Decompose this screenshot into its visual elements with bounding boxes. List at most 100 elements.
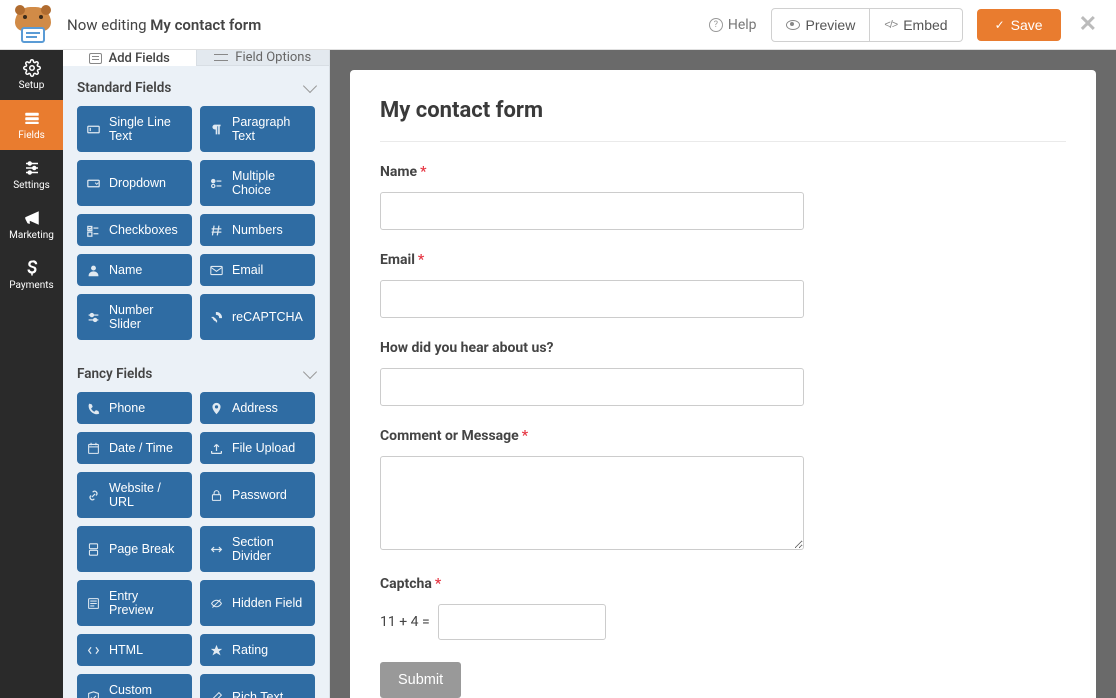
close-icon[interactable]: ✕: [1075, 12, 1101, 37]
tab-field-options[interactable]: Field Options: [197, 50, 330, 66]
field-label: Number Slider: [109, 303, 182, 331]
field-multiple-choice[interactable]: Multiple Choice: [200, 160, 315, 206]
textarea-input[interactable]: [380, 456, 804, 550]
field-recaptcha[interactable]: reCAPTCHA: [200, 294, 315, 340]
preview-button[interactable]: Preview: [771, 8, 871, 42]
nav-item-marketing[interactable]: Marketing: [0, 200, 63, 250]
nav-item-setup[interactable]: Setup: [0, 50, 63, 100]
field-password[interactable]: Password: [200, 472, 315, 518]
field-numbers[interactable]: Numbers: [200, 214, 315, 246]
field-email[interactable]: Email: [200, 254, 315, 286]
payments-icon: [23, 259, 41, 277]
captcha-input[interactable]: [438, 604, 606, 640]
star-icon: [210, 644, 223, 657]
field-number-slider[interactable]: Number Slider: [77, 294, 192, 340]
divider-icon: [210, 543, 223, 556]
field-label: Email: [232, 263, 263, 277]
field-label: Date / Time: [109, 441, 173, 455]
field-page-break[interactable]: Page Break: [77, 526, 192, 572]
field-file-upload[interactable]: File Upload: [200, 432, 315, 464]
field-label: reCAPTCHA: [232, 310, 303, 324]
pin-icon: [210, 402, 223, 415]
text-input[interactable]: [380, 280, 804, 318]
form-field[interactable]: Email*: [380, 252, 804, 318]
field-label: Phone: [109, 401, 145, 415]
field-label: Password: [232, 488, 287, 502]
marketing-icon: [23, 209, 41, 227]
save-button[interactable]: ✓ Save: [977, 9, 1061, 41]
form-canvas: My contact form Name*Email*How did you h…: [350, 70, 1096, 698]
phone-icon: [87, 402, 100, 415]
multi-icon: [210, 177, 223, 190]
top-bar: Now editing My contact form ? Help Previ…: [0, 0, 1116, 50]
required-asterisk: *: [418, 252, 424, 268]
form-field[interactable]: Comment or Message*: [380, 428, 804, 554]
field-label: How did you hear about us?: [380, 340, 804, 356]
submit-button[interactable]: Submit: [380, 662, 461, 698]
field-label: Dropdown: [109, 176, 166, 190]
field-rich-text[interactable]: Rich Text: [200, 674, 315, 698]
editing-label: Now editing My contact form: [67, 16, 261, 34]
field-phone[interactable]: Phone: [77, 392, 192, 424]
field-name[interactable]: Name: [77, 254, 192, 286]
tab-add-fields[interactable]: Add Fields: [63, 50, 197, 66]
help-link[interactable]: ? Help: [709, 17, 757, 33]
required-asterisk: *: [435, 576, 441, 592]
nav-item-fields[interactable]: Fields: [0, 100, 63, 150]
field-address[interactable]: Address: [200, 392, 315, 424]
text-input[interactable]: [380, 192, 804, 230]
field-label: Name: [109, 263, 142, 277]
form-field[interactable]: Name*: [380, 164, 804, 230]
field-date-time[interactable]: Date / Time: [77, 432, 192, 464]
field-label: Numbers: [232, 223, 283, 237]
hidden-icon: [210, 597, 223, 610]
section-header[interactable]: Fancy Fields: [63, 352, 329, 392]
field-website-url[interactable]: Website / URL: [77, 472, 192, 518]
field-label: Hidden Field: [232, 596, 302, 610]
page-icon: [87, 543, 100, 556]
form-field[interactable]: How did you hear about us?: [380, 340, 804, 406]
canvas-wrap: My contact form Name*Email*How did you h…: [330, 50, 1116, 698]
field-html[interactable]: HTML: [77, 634, 192, 666]
chevron-down-icon: [303, 365, 317, 379]
section-header[interactable]: Standard Fields: [63, 66, 329, 106]
captcha-icon: [87, 691, 100, 698]
required-asterisk: *: [522, 428, 528, 444]
cal-icon: [87, 442, 100, 455]
field-custom-captcha[interactable]: Custom Captcha: [77, 674, 192, 698]
field-dropdown[interactable]: Dropdown: [77, 160, 192, 206]
field-hidden-field[interactable]: Hidden Field: [200, 580, 315, 626]
help-icon: ?: [709, 18, 723, 32]
field-label: Page Break: [109, 542, 174, 556]
sliders-icon: [214, 52, 228, 64]
field-single-line-text[interactable]: Single Line Text: [77, 106, 192, 152]
field-rating[interactable]: Rating: [200, 634, 315, 666]
field-label: Address: [232, 401, 278, 415]
grid-icon: [89, 53, 102, 64]
code-icon: </>: [884, 19, 897, 31]
nav-item-settings[interactable]: Settings: [0, 150, 63, 200]
text-icon: [87, 123, 100, 136]
field-label: Multiple Choice: [232, 169, 305, 197]
field-label: File Upload: [232, 441, 295, 455]
left-nav: SetupFieldsSettingsMarketingPayments: [0, 50, 63, 698]
field-paragraph-text[interactable]: Paragraph Text: [200, 106, 315, 152]
field-label: Single Line Text: [109, 115, 182, 143]
field-label: Rich Text: [232, 690, 283, 698]
para-icon: [210, 123, 223, 136]
captcha-question: 11 + 4 =: [380, 614, 430, 630]
link-icon: [87, 489, 100, 502]
hash-icon: [210, 224, 223, 237]
mail-icon: [210, 264, 223, 277]
field-label: Section Divider: [232, 535, 305, 563]
field-section-divider[interactable]: Section Divider: [200, 526, 315, 572]
field-entry-preview[interactable]: Entry Preview: [77, 580, 192, 626]
embed-button[interactable]: </> Embed: [870, 8, 962, 42]
check-icon: ✓: [995, 18, 1005, 32]
eye-icon: [786, 20, 800, 30]
text-input[interactable]: [380, 368, 804, 406]
nav-item-payments[interactable]: Payments: [0, 250, 63, 300]
form-field[interactable]: Captcha*11 + 4 =: [380, 576, 804, 640]
recap-icon: [210, 311, 223, 324]
field-checkboxes[interactable]: Checkboxes: [77, 214, 192, 246]
